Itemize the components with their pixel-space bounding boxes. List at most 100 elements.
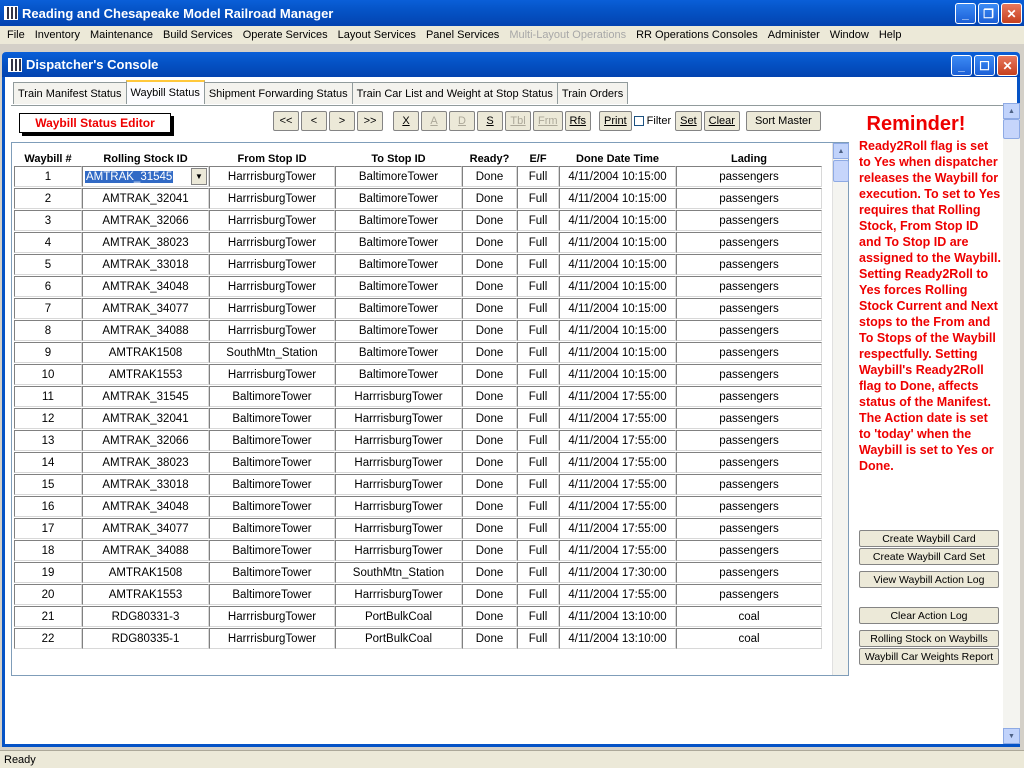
column-header-empty-full[interactable]: E/F: [517, 153, 559, 165]
cell-from-stop-id[interactable]: BaltimoreTower: [209, 474, 335, 495]
filter-checkbox-box[interactable]: [633, 116, 644, 126]
column-header-waybill-number[interactable]: Waybill #: [14, 153, 82, 165]
cell-done-date-time[interactable]: 4/11/2004 17:55:00: [559, 518, 676, 539]
cell-ready[interactable]: Done: [462, 210, 517, 231]
cell-to-stop-id[interactable]: BaltimoreTower: [335, 188, 462, 209]
cell-empty-full[interactable]: Full: [517, 628, 559, 649]
grid-scroll-thumb[interactable]: [833, 160, 849, 182]
cell-rolling-stock-id[interactable]: AMTRAK1553: [82, 584, 209, 605]
cell-ready[interactable]: Done: [462, 430, 517, 451]
cell-lading[interactable]: passengers: [676, 430, 822, 451]
cell-waybill-number[interactable]: 17: [14, 518, 82, 539]
cell-rolling-stock-id[interactable]: AMTRAK_33018: [82, 254, 209, 275]
cell-rolling-stock-id[interactable]: AMTRAK_34048: [82, 496, 209, 517]
table-row[interactable]: 7 AMTRAK_34077 HarrrisburgTower BaltimoreTo…: [12, 298, 833, 320]
cell-done-date-time[interactable]: 4/11/2004 17:55:00: [559, 452, 676, 473]
panel-scroll-up-icon[interactable]: ▲: [1003, 103, 1020, 119]
cell-empty-full[interactable]: Full: [517, 408, 559, 429]
cell-done-date-time[interactable]: 4/11/2004 17:55:00: [559, 474, 676, 495]
cell-lading[interactable]: passengers: [676, 496, 822, 517]
cell-from-stop-id[interactable]: HarrrisburgTower: [209, 628, 335, 649]
cell-rolling-stock-id[interactable]: AMTRAK_38023: [82, 452, 209, 473]
cell-waybill-number[interactable]: 10: [14, 364, 82, 385]
cell-rolling-stock-id[interactable]: AMTRAK_31545 ▼: [82, 166, 209, 187]
cell-waybill-number[interactable]: 14: [14, 452, 82, 473]
cell-waybill-number[interactable]: 5: [14, 254, 82, 275]
cell-waybill-number[interactable]: 15: [14, 474, 82, 495]
cell-empty-full[interactable]: Full: [517, 232, 559, 253]
menu-help[interactable]: Help: [874, 29, 907, 41]
next-record-button[interactable]: >: [329, 111, 355, 131]
cell-ready[interactable]: Done: [462, 276, 517, 297]
cell-rolling-stock-id[interactable]: AMTRAK_32041: [82, 188, 209, 209]
cell-lading[interactable]: passengers: [676, 254, 822, 275]
table-row[interactable]: 1 AMTRAK_31545 ▼ HarrrisburgTower BaltimoreT…: [12, 166, 833, 188]
cell-to-stop-id[interactable]: HarrrisburgTower: [335, 430, 462, 451]
cell-ready[interactable]: Done: [462, 188, 517, 209]
window-minimize-icon[interactable]: _: [951, 55, 972, 76]
table-row[interactable]: 18 AMTRAK_34088 BaltimoreTower HarrrisburgT…: [12, 540, 833, 562]
cell-empty-full[interactable]: Full: [517, 386, 559, 407]
cell-rolling-stock-id[interactable]: RDG80335-1: [82, 628, 209, 649]
column-header-ready[interactable]: Ready?: [462, 153, 517, 165]
cell-rolling-stock-id[interactable]: AMTRAK_34088: [82, 540, 209, 561]
table-row[interactable]: 2 AMTRAK_32041 HarrrisburgTower BaltimoreTo…: [12, 188, 833, 210]
cell-ready[interactable]: Done: [462, 562, 517, 583]
cell-ready[interactable]: Done: [462, 452, 517, 473]
cell-to-stop-id[interactable]: BaltimoreTower: [335, 210, 462, 231]
cell-waybill-number[interactable]: 4: [14, 232, 82, 253]
cell-to-stop-id[interactable]: HarrrisburgTower: [335, 540, 462, 561]
cell-from-stop-id[interactable]: BaltimoreTower: [209, 496, 335, 517]
menu-administer[interactable]: Administer: [763, 29, 825, 41]
table-row[interactable]: 11 AMTRAK_31545 BaltimoreTower HarrrisburgT…: [12, 386, 833, 408]
cell-waybill-number[interactable]: 6: [14, 276, 82, 297]
cell-from-stop-id[interactable]: HarrrisburgTower: [209, 254, 335, 275]
cell-done-date-time[interactable]: 4/11/2004 10:15:00: [559, 188, 676, 209]
cell-rolling-stock-id[interactable]: AMTRAK1508: [82, 562, 209, 583]
cell-rolling-stock-id[interactable]: AMTRAK_31545: [82, 386, 209, 407]
cell-to-stop-id[interactable]: PortBulkCoal: [335, 628, 462, 649]
table-row[interactable]: 6 AMTRAK_34048 HarrrisburgTower BaltimoreTo…: [12, 276, 833, 298]
cell-waybill-number[interactable]: 22: [14, 628, 82, 649]
minimize-icon[interactable]: _: [955, 3, 976, 24]
cell-done-date-time[interactable]: 4/11/2004 10:15:00: [559, 254, 676, 275]
cell-waybill-number[interactable]: 13: [14, 430, 82, 451]
cell-lading[interactable]: coal: [676, 628, 822, 649]
cell-rolling-stock-id[interactable]: AMTRAK_34077: [82, 518, 209, 539]
cell-lading[interactable]: passengers: [676, 584, 822, 605]
rolling-stock-select-value[interactable]: AMTRAK_31545: [85, 170, 174, 183]
restore-icon[interactable]: ❐: [978, 3, 999, 24]
cell-to-stop-id[interactable]: BaltimoreTower: [335, 166, 462, 187]
tab-shipment-forwarding-status[interactable]: Shipment Forwarding Status: [203, 82, 353, 104]
cell-lading[interactable]: passengers: [676, 408, 822, 429]
cell-lading[interactable]: passengers: [676, 562, 822, 583]
cell-done-date-time[interactable]: 4/11/2004 10:15:00: [559, 232, 676, 253]
cell-rolling-stock-id[interactable]: AMTRAK_34088: [82, 320, 209, 341]
tab-train-car-list[interactable]: Train Car List and Weight at Stop Status: [351, 82, 558, 104]
cell-lading[interactable]: passengers: [676, 166, 822, 187]
cell-lading[interactable]: passengers: [676, 518, 822, 539]
cell-ready[interactable]: Done: [462, 606, 517, 627]
cell-done-date-time[interactable]: 4/11/2004 13:10:00: [559, 628, 676, 649]
cell-empty-full[interactable]: Full: [517, 210, 559, 231]
cell-to-stop-id[interactable]: HarrrisburgTower: [335, 496, 462, 517]
cell-empty-full[interactable]: Full: [517, 254, 559, 275]
cell-from-stop-id[interactable]: HarrrisburgTower: [209, 210, 335, 231]
cell-from-stop-id[interactable]: BaltimoreTower: [209, 584, 335, 605]
delete-button[interactable]: X: [393, 111, 419, 131]
sort-master-button[interactable]: Sort Master: [745, 111, 821, 131]
menu-file[interactable]: File: [2, 29, 30, 41]
cell-rolling-stock-id[interactable]: AMTRAK_34077: [82, 298, 209, 319]
table-row[interactable]: 10 AMTRAK1553 HarrrisburgTower BaltimoreTow…: [12, 364, 833, 386]
cell-done-date-time[interactable]: 4/11/2004 17:55:00: [559, 408, 676, 429]
cell-rolling-stock-id[interactable]: AMTRAK_34048: [82, 276, 209, 297]
cell-from-stop-id[interactable]: HarrrisburgTower: [209, 364, 335, 385]
cell-done-date-time[interactable]: 4/11/2004 17:30:00: [559, 562, 676, 583]
create-waybill-card-button[interactable]: Create Waybill Card: [859, 530, 999, 547]
table-row[interactable]: 12 AMTRAK_32041 BaltimoreTower HarrrisburgT…: [12, 408, 833, 430]
cell-to-stop-id[interactable]: HarrrisburgTower: [335, 518, 462, 539]
menu-window[interactable]: Window: [825, 29, 874, 41]
cell-empty-full[interactable]: Full: [517, 540, 559, 561]
cell-to-stop-id[interactable]: HarrrisburgTower: [335, 408, 462, 429]
column-header-lading[interactable]: Lading: [676, 153, 822, 165]
